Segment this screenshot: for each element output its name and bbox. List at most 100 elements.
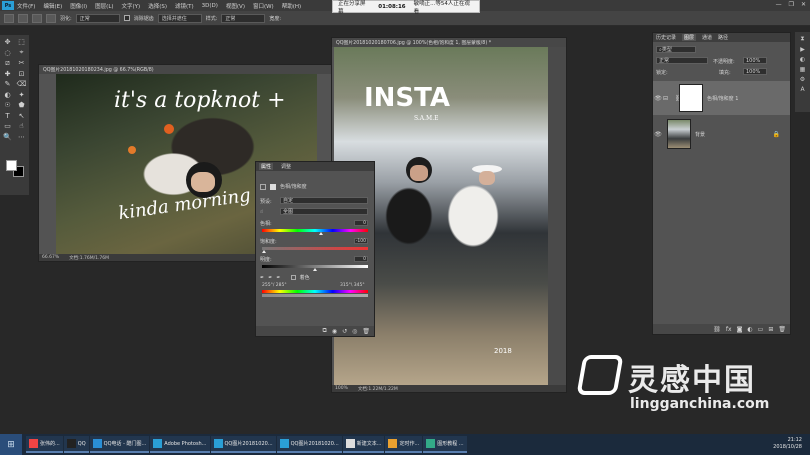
viewer-count[interactable]: 敏嘀正...等54人正在观看 <box>414 0 474 15</box>
document-scrollbar[interactable] <box>548 47 566 385</box>
trash-icon[interactable]: 🗑 <box>778 326 786 333</box>
new-layer-icon[interactable]: ⊞ <box>768 326 773 333</box>
layer-name[interactable]: 背景 <box>695 131 705 138</box>
lasso-tool-icon[interactable]: ◌ <box>1 48 14 59</box>
taskbar-item[interactable]: 定时作... <box>385 436 423 453</box>
menu-view[interactable]: 视图(V) <box>226 2 245 10</box>
saturation-value[interactable]: -100 <box>354 238 368 244</box>
link-icon[interactable]: ⛓ <box>713 326 721 333</box>
swatches-icon[interactable]: ▦ <box>800 66 806 73</box>
style-select[interactable]: 正常 <box>221 13 266 23</box>
menu-type[interactable]: 文字(Y) <box>122 2 141 10</box>
tab-channels[interactable]: 通道 <box>702 34 712 41</box>
adjustment-icon[interactable] <box>260 183 266 190</box>
layer-row[interactable]: 👁 背景 🔒 <box>653 117 790 151</box>
saturation-slider-knob[interactable] <box>262 250 267 253</box>
foreground-color-swatch[interactable] <box>6 160 17 171</box>
opacity-input[interactable]: 100% <box>743 57 767 64</box>
tab-layers[interactable]: 图层 <box>682 34 697 41</box>
target-adjust-hand-icon[interactable]: ☝ <box>260 209 263 215</box>
layer-name[interactable]: 色相/饱和度 1 <box>707 95 738 102</box>
menu-select[interactable]: 选择(S) <box>148 2 167 10</box>
slice-tool-icon[interactable]: ✂ <box>15 58 28 69</box>
lightness-slider-knob[interactable] <box>313 268 317 271</box>
taskbar-item[interactable]: QQ图片20181020... <box>210 436 276 453</box>
colorize-checkbox[interactable] <box>290 275 296 280</box>
document-title[interactable]: QQ图片20181020180234.jpg @ 66.7%(RGB/8) <box>39 65 333 74</box>
taskbar-item[interactable]: Adobe Photosh... <box>150 436 210 453</box>
preset-select[interactable]: 自定 <box>280 197 368 204</box>
shape-tool-icon[interactable]: ▭ <box>1 121 14 132</box>
channel-select[interactable]: 全图 <box>280 208 368 215</box>
properties-icon[interactable]: ⚙ <box>800 76 805 83</box>
move-tool-icon[interactable]: ✥ <box>1 37 14 48</box>
tab-paths[interactable]: 路径 <box>718 34 728 41</box>
color-swatches[interactable] <box>6 160 26 178</box>
zoom-tool-icon[interactable]: 🔍 <box>1 132 14 143</box>
character-icon[interactable]: A <box>800 86 804 93</box>
brush-tool-icon[interactable]: ✎ <box>1 79 14 90</box>
marquee-tool-icon[interactable]: ⬚ <box>15 37 28 48</box>
tab-properties[interactable]: 属性 <box>259 163 274 170</box>
trash-icon[interactable]: 🗑 <box>362 328 370 335</box>
fx-icon[interactable]: fx <box>726 326 732 333</box>
minimize-button[interactable]: — <box>776 1 782 8</box>
document-title[interactable]: QQ图片20181020180706.jpg @ 100%(色相/饱和度 1, … <box>332 38 566 47</box>
zoom-level[interactable]: 66.67% <box>42 255 59 260</box>
blend-mode-select[interactable]: 正常 <box>656 57 708 64</box>
mask-icon[interactable]: ◙ <box>737 326 743 333</box>
layer-thumbnail[interactable] <box>667 119 691 149</box>
layer-mask-thumbnail[interactable] <box>679 84 703 112</box>
layer-kind-filter[interactable]: ⌕ 类型 <box>656 46 696 53</box>
subtract-selection-button[interactable] <box>46 13 56 23</box>
taskbar-item[interactable]: 新建文本... <box>342 436 385 453</box>
taskbar-item[interactable]: 图形教程 ... <box>423 436 467 453</box>
menu-3d[interactable]: 3D(D) <box>202 3 218 9</box>
anti-alias-checkbox[interactable] <box>123 15 130 21</box>
color-icon[interactable]: ◐ <box>800 56 805 63</box>
menu-layer[interactable]: 图层(L) <box>95 2 113 10</box>
blur-tool-icon[interactable]: ☉ <box>1 100 14 111</box>
eye-icon[interactable]: 👁 <box>653 95 663 102</box>
visibility-icon[interactable]: ◎ <box>352 328 357 335</box>
lightness-value[interactable]: 0 <box>354 256 368 262</box>
system-clock[interactable]: 21:12 2018/10/28 <box>773 437 802 451</box>
marquee-tool-preset[interactable] <box>4 13 14 23</box>
view-previous-icon[interactable]: ◉ <box>332 328 337 335</box>
menu-image[interactable]: 图像(I) <box>70 2 87 10</box>
eyedropper-minus-icon[interactable]: ✒ <box>276 275 280 281</box>
hue-slider-track[interactable] <box>262 229 368 232</box>
eyedropper-icon[interactable]: ✒ <box>260 275 264 281</box>
path-select-tool-icon[interactable]: ↖ <box>15 111 28 122</box>
dodge-tool-icon[interactable]: ◐ <box>1 90 14 101</box>
tab-adjustments[interactable]: 调整 <box>279 163 293 170</box>
start-button[interactable]: ⊞ <box>0 434 22 455</box>
taskbar-item[interactable]: QQ电话 - 酷门图... <box>89 436 150 453</box>
pen-tool-icon[interactable]: ⬟ <box>15 100 28 111</box>
maximize-button[interactable]: ❐ <box>789 1 794 8</box>
actions-icon[interactable]: ▶ <box>800 46 805 53</box>
folder-icon[interactable]: ▭ <box>758 326 764 333</box>
adjustment-icon[interactable]: ◐ <box>747 326 752 333</box>
refine-button[interactable]: 选择并遮住 <box>157 13 202 23</box>
stamp-tool-icon[interactable]: ✦ <box>15 90 28 101</box>
reset-icon[interactable]: ↺ <box>342 328 347 335</box>
menu-help[interactable]: 帮助(H) <box>282 2 301 10</box>
menu-edit[interactable]: 编辑(E) <box>43 2 62 10</box>
menu-file[interactable]: 文件(F) <box>17 2 35 10</box>
more-tools-icon[interactable]: ⋯ <box>15 132 28 143</box>
zoom-level[interactable]: 100% <box>335 386 348 391</box>
taskbar-item[interactable]: 张伟的... <box>26 436 63 453</box>
close-button[interactable]: ✕ <box>801 1 806 8</box>
crop-tool-icon[interactable]: ⧄ <box>1 58 14 69</box>
eraser-tool-icon[interactable]: ⌫ <box>15 79 28 90</box>
frame-tool-icon[interactable]: ⊡ <box>15 69 28 80</box>
add-selection-button[interactable] <box>32 13 42 23</box>
tab-history[interactable]: 历史记录 <box>656 34 676 41</box>
menu-window[interactable]: 窗口(W) <box>253 2 274 10</box>
type-tool-icon[interactable]: T <box>1 111 14 122</box>
taskbar-item[interactable]: QQ图片20181020... <box>276 436 342 453</box>
history-icon[interactable]: ⧗ <box>800 35 804 43</box>
new-selection-button[interactable] <box>18 13 28 23</box>
menu-filter[interactable]: 滤镜(T) <box>175 2 194 10</box>
